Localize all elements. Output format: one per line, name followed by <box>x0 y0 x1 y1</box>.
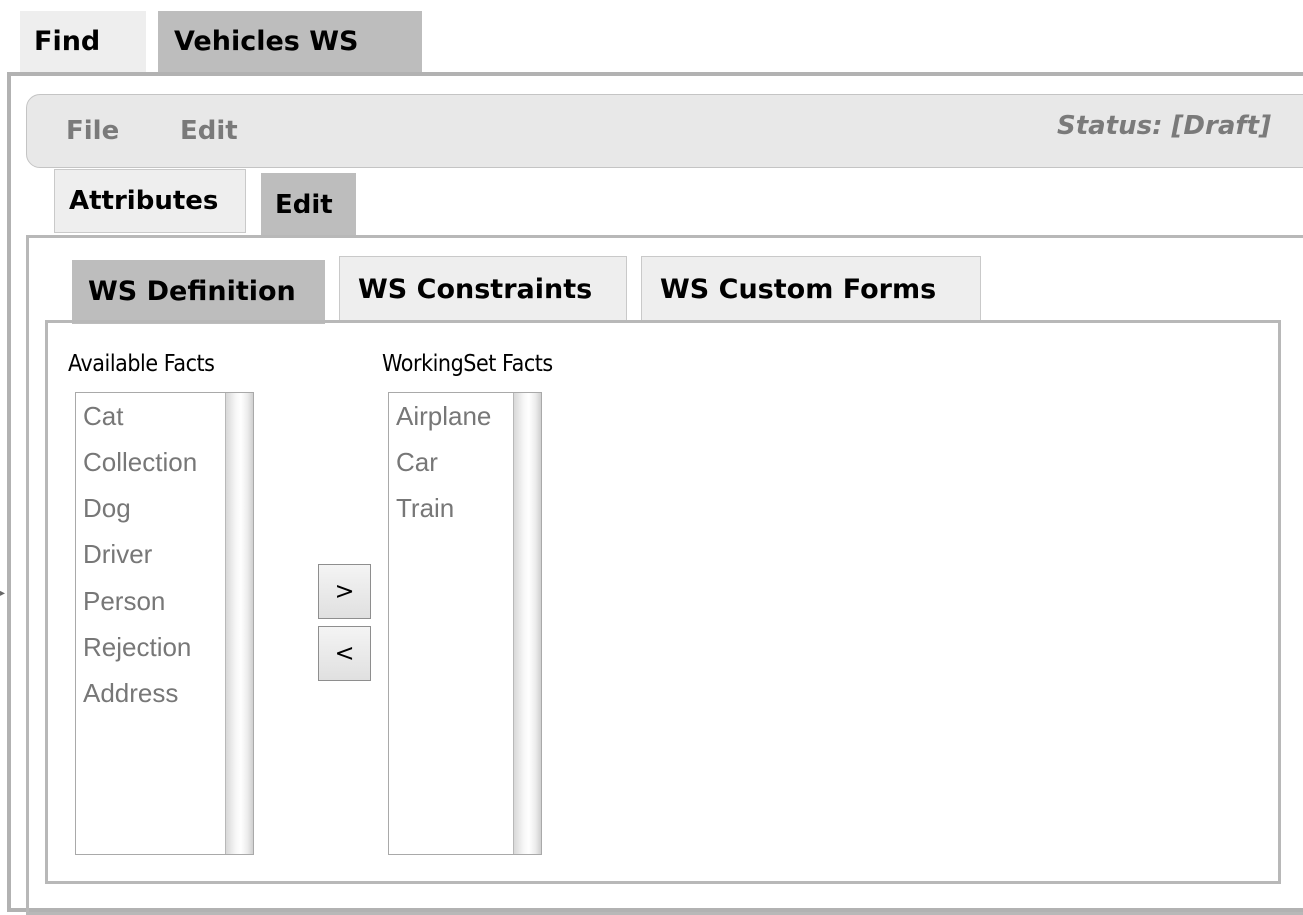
available-facts-list[interactable]: Cat Collection Dog Driver Person Rejecti… <box>75 392 254 855</box>
tab-vehicles-ws[interactable]: Vehicles WS <box>158 11 422 74</box>
status-label: Status: [Draft] <box>1056 111 1271 141</box>
tab-attributes[interactable]: Attributes <box>54 169 246 233</box>
list-item[interactable]: Rejection <box>83 632 191 663</box>
list-item[interactable]: Cat <box>83 401 123 432</box>
move-right-button[interactable]: > <box>318 564 371 619</box>
list-item[interactable]: Dog <box>83 493 131 524</box>
tab-edit[interactable]: Edit <box>261 173 356 237</box>
splitter-handle[interactable]: ▸ <box>0 588 5 602</box>
workingset-facts-scrollbar[interactable] <box>513 393 541 854</box>
menu-edit[interactable]: Edit <box>180 116 238 146</box>
workingset-facts-list[interactable]: Airplane Car Train <box>388 392 542 855</box>
tab-find[interactable]: Find <box>20 11 146 73</box>
list-item[interactable]: Car <box>396 447 438 478</box>
list-item[interactable]: Driver <box>83 539 152 570</box>
available-facts-label: Available Facts <box>68 351 215 377</box>
available-facts-scrollbar[interactable] <box>225 393 253 854</box>
tab-ws-definition[interactable]: WS Definition <box>72 260 325 324</box>
list-item[interactable]: Collection <box>83 447 197 478</box>
list-item[interactable]: Train <box>396 493 454 524</box>
list-item[interactable]: Person <box>83 586 165 617</box>
list-item[interactable]: Airplane <box>396 401 491 432</box>
move-left-button[interactable]: < <box>318 626 371 681</box>
tab-ws-constraints[interactable]: WS Constraints <box>339 256 627 322</box>
list-item[interactable]: Address <box>83 678 178 709</box>
workingset-facts-label: WorkingSet Facts <box>382 351 553 377</box>
tab-ws-custom-forms[interactable]: WS Custom Forms <box>641 256 981 322</box>
menu-file[interactable]: File <box>66 116 119 146</box>
